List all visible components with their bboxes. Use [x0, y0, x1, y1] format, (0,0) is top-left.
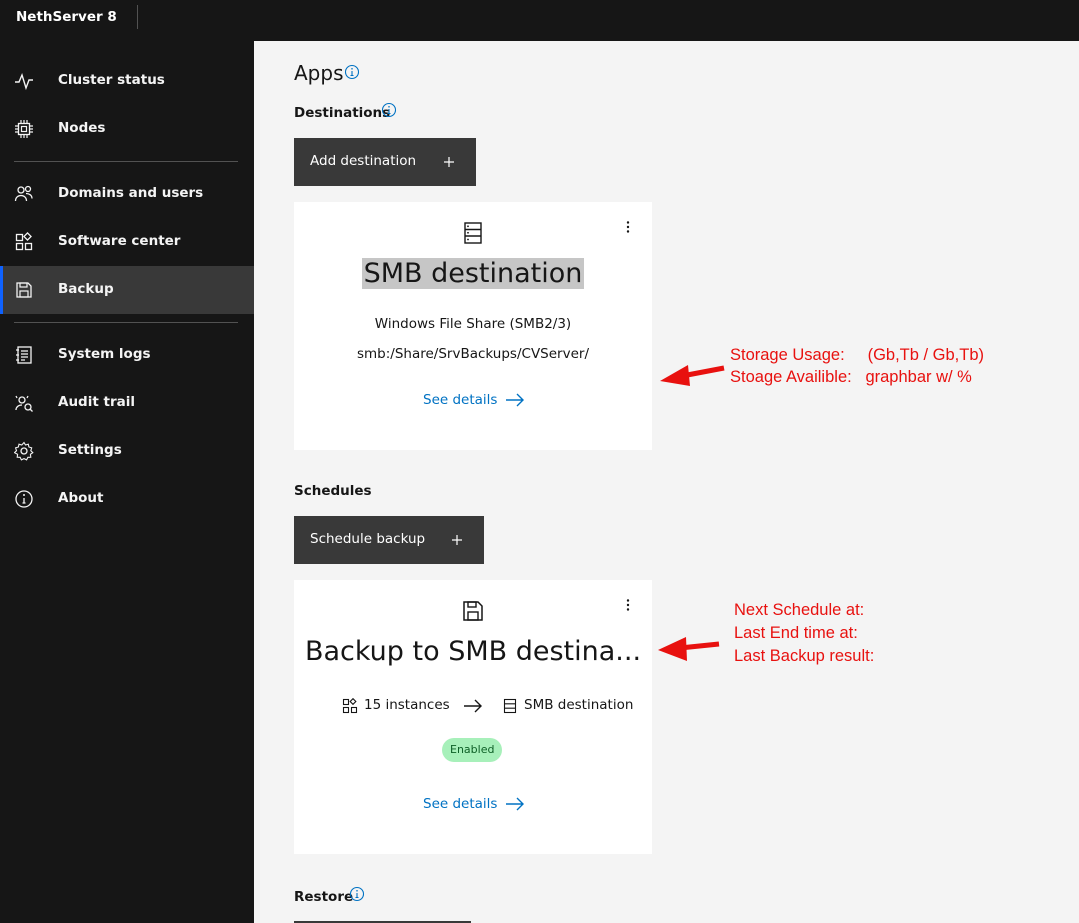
sidebar-item-cluster-status[interactable]: Cluster status: [0, 57, 254, 105]
app-brand[interactable]: NethServer 8: [16, 9, 117, 25]
annotation-text: Last Backup result:: [734, 647, 875, 665]
destination-type: Windows File Share (SMB2/3): [374, 316, 572, 332]
see-details-label: See details: [423, 796, 498, 812]
sidebar: Cluster status Nodes Domains and users S…: [0, 41, 254, 923]
audit-icon: [15, 395, 33, 412]
sidebar-divider: [14, 161, 238, 162]
sidebar-item-label: Software center: [58, 233, 181, 249]
topbar-divider: [137, 5, 138, 29]
arrow-right-icon: [506, 797, 525, 811]
schedule-see-details-link[interactable]: See details: [423, 796, 525, 812]
annotation-text: Next Schedule at:: [734, 601, 865, 619]
activity-icon: [15, 72, 33, 91]
destination-card: SMB destination Windows File Share (SMB2…: [294, 202, 652, 450]
schedule-backup-label: Schedule backup: [310, 531, 426, 547]
info-icon: [15, 490, 33, 508]
info-icon[interactable]: [349, 886, 365, 902]
instances-count: 15 instances: [364, 697, 450, 713]
sidebar-item-software-center[interactable]: Software center: [0, 218, 254, 266]
sidebar-divider: [14, 322, 238, 323]
destinations-heading: Destinations: [294, 105, 391, 121]
chip-icon: [15, 120, 33, 138]
logs-icon: [16, 346, 32, 364]
info-icon[interactable]: [344, 64, 360, 80]
destination-path: smb:/Share/SrvBackups/CVServer/: [356, 346, 589, 362]
schedule-card: Backup to SMB destina... 15 instances SM…: [294, 580, 652, 854]
sidebar-item-label: About: [58, 490, 104, 506]
server-icon: [464, 222, 482, 244]
sidebar-item-label: Domains and users: [58, 185, 204, 201]
apps-icon: [15, 232, 33, 251]
schedule-backup-button[interactable]: Schedule backup: [294, 516, 484, 564]
sidebar-item-label: Audit trail: [58, 394, 135, 410]
apps-icon: [342, 698, 358, 714]
add-destination-button[interactable]: Add destination: [294, 138, 476, 186]
annotation-arrow: [660, 365, 725, 386]
users-icon: [14, 185, 33, 202]
sidebar-item-domains-and-users[interactable]: Domains and users: [0, 170, 254, 218]
annotation-text: Stoage Availible: graphbar w/ %: [730, 368, 972, 386]
see-details-label: See details: [423, 392, 498, 408]
schedule-destination: SMB destination: [524, 697, 634, 713]
schedule-title: Backup to SMB destina...: [304, 636, 642, 667]
main-content: Apps Destinations Add destination SMB de…: [254, 41, 1079, 923]
annotation-text: Storage Usage: (Gb,Tb / Gb,Tb): [730, 346, 985, 364]
sidebar-item-backup[interactable]: Backup: [0, 266, 254, 314]
sidebar-item-label: System logs: [58, 346, 151, 362]
sidebar-item-about[interactable]: About: [0, 475, 254, 523]
destination-see-details-link[interactable]: See details: [423, 392, 525, 408]
restore-heading: Restore: [294, 889, 354, 905]
schedules-heading: Schedules: [294, 483, 372, 499]
arrow-right-icon: [506, 393, 525, 407]
save-icon: [463, 601, 483, 621]
info-icon[interactable]: [381, 102, 397, 118]
sidebar-item-label: Nodes: [58, 120, 106, 136]
sidebar-item-audit-trail[interactable]: Audit trail: [0, 379, 254, 427]
server-icon: [503, 698, 517, 714]
arrow-right-icon: [464, 699, 482, 713]
add-destination-label: Add destination: [310, 153, 417, 169]
schedule-flow: 15 instances SMB destination: [294, 696, 652, 716]
top-bar: NethServer 8: [0, 0, 1079, 41]
annotation-text: Last End time at:: [734, 624, 858, 642]
gear-icon: [14, 441, 34, 461]
sidebar-item-label: Backup: [58, 281, 114, 297]
sidebar-item-settings[interactable]: Settings: [0, 427, 254, 475]
sidebar-item-nodes[interactable]: Nodes: [0, 105, 254, 153]
sidebar-item-label: Cluster status: [58, 72, 165, 88]
destination-title: SMB destination: [361, 258, 585, 289]
sidebar-item-label: Settings: [58, 442, 122, 458]
overflow-menu-icon[interactable]: [620, 597, 636, 613]
overflow-menu-icon[interactable]: [620, 219, 636, 235]
annotation-arrow: [658, 637, 720, 661]
save-icon: [16, 282, 32, 298]
plus-icon: [444, 157, 454, 167]
page-title: Apps: [294, 61, 344, 85]
plus-icon: [452, 535, 462, 545]
sidebar-item-system-logs[interactable]: System logs: [0, 331, 254, 379]
status-badge: Enabled: [442, 738, 503, 762]
